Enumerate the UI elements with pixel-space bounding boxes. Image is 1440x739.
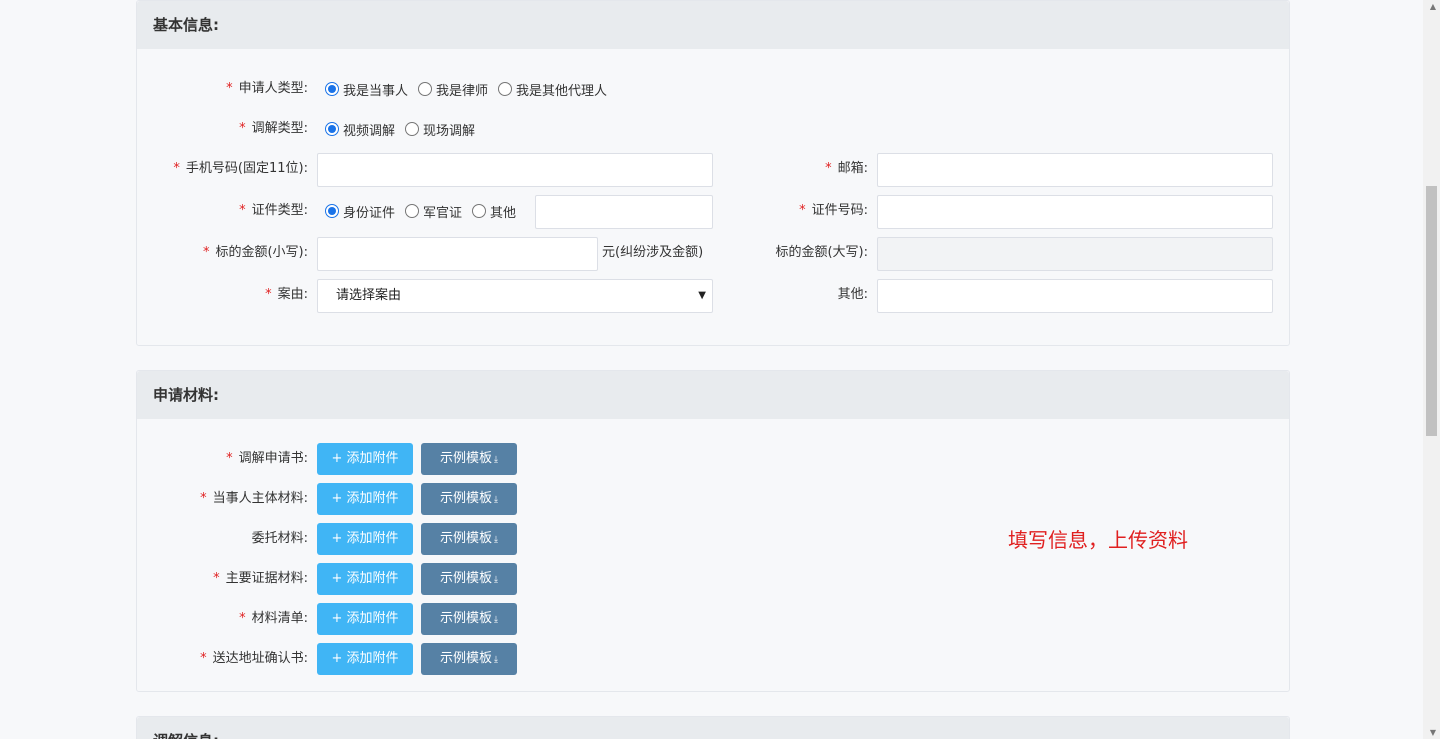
radio-circle[interactable] bbox=[325, 204, 339, 218]
radio-mediation-video[interactable]: 视频调解 bbox=[325, 120, 395, 139]
template-button-entrust[interactable]: 示例模板 ⤓ bbox=[421, 523, 517, 555]
material-label-entrust: 委托材料: bbox=[251, 531, 308, 546]
upload-hint-text: 填写信息，上传资料 bbox=[1008, 528, 1188, 552]
template-button-address[interactable]: 示例模板 ⤓ bbox=[421, 643, 517, 675]
amount-big-input bbox=[877, 237, 1273, 271]
scroll-down-icon[interactable]: ▼ bbox=[1430, 728, 1436, 737]
material-label-evidence: * 主要证据材料: bbox=[213, 571, 308, 586]
applicant-type-radio-group: 我是当事人 我是律师 我是其他代理人 bbox=[325, 79, 617, 99]
radio-circle[interactable] bbox=[472, 204, 487, 218]
amount-unit-text: 元(纠纷涉及金额) bbox=[602, 245, 704, 260]
chevron-down-icon: ▼ bbox=[698, 290, 706, 301]
add-attachment-button-evidence[interactable]: + 添加附件 bbox=[317, 563, 413, 595]
add-attachment-button-list[interactable]: + 添加附件 bbox=[317, 603, 413, 635]
template-button-party[interactable]: 示例模板 ⤓ bbox=[421, 483, 517, 515]
download-icon: ⤓ bbox=[494, 615, 498, 625]
radio-circle[interactable] bbox=[325, 122, 339, 136]
add-attachment-button-entrust[interactable]: + 添加附件 bbox=[317, 523, 413, 555]
radio-id-military[interactable]: 军官证 bbox=[405, 202, 462, 221]
id-number-input[interactable] bbox=[877, 195, 1273, 229]
case-reason-label: * 案由: bbox=[265, 287, 308, 302]
section-title-mediation: 调解信息: bbox=[137, 717, 1289, 739]
scroll-up-icon[interactable]: ▲ bbox=[1430, 2, 1436, 11]
radio-applicant-lawyer[interactable]: 我是律师 bbox=[418, 80, 488, 99]
radio-circle[interactable] bbox=[405, 122, 420, 136]
material-label-application: * 调解申请书: bbox=[226, 451, 308, 466]
download-icon: ⤓ bbox=[494, 455, 498, 465]
mediation-info-section: 调解信息: bbox=[136, 716, 1290, 739]
id-type-other-input[interactable] bbox=[535, 195, 713, 229]
radio-id-card[interactable]: 身份证件 bbox=[325, 202, 395, 221]
section-title-basic: 基本信息: bbox=[137, 1, 1289, 49]
add-attachment-button-party[interactable]: + 添加附件 bbox=[317, 483, 413, 515]
amount-small-input[interactable] bbox=[317, 237, 598, 271]
material-label-address: * 送达地址确认书: bbox=[200, 651, 308, 666]
material-label-party: * 当事人主体材料: bbox=[200, 491, 308, 506]
email-input[interactable] bbox=[877, 153, 1273, 187]
radio-circle[interactable] bbox=[498, 82, 513, 96]
scroll-thumb[interactable] bbox=[1426, 186, 1437, 436]
id-number-label: * 证件号码: bbox=[799, 203, 868, 218]
template-button-application[interactable]: 示例模板 ⤓ bbox=[421, 443, 517, 475]
radio-mediation-onsite[interactable]: 现场调解 bbox=[405, 120, 475, 139]
add-attachment-button-application[interactable]: + 添加附件 bbox=[317, 443, 413, 475]
id-type-label: * 证件类型: bbox=[239, 203, 308, 218]
amount-big-label: 标的金额(大写): bbox=[775, 245, 868, 260]
material-label-list: * 材料清单: bbox=[239, 611, 308, 626]
radio-id-other[interactable]: 其他 bbox=[472, 202, 516, 221]
template-button-list[interactable]: 示例模板 ⤓ bbox=[421, 603, 517, 635]
download-icon: ⤓ bbox=[494, 495, 498, 505]
download-icon: ⤓ bbox=[494, 535, 498, 545]
mediation-type-radio-group: 视频调解 现场调解 bbox=[325, 119, 485, 139]
amount-small-label: * 标的金额(小写): bbox=[202, 245, 308, 260]
download-icon: ⤓ bbox=[494, 575, 498, 585]
mediation-type-label: * 调解类型: bbox=[239, 121, 308, 136]
radio-circle[interactable] bbox=[418, 82, 433, 96]
radio-circle[interactable] bbox=[325, 82, 339, 96]
scrollbar[interactable]: ▲ ▼ bbox=[1423, 0, 1440, 739]
radio-circle[interactable] bbox=[405, 204, 420, 218]
add-attachment-button-address[interactable]: + 添加附件 bbox=[317, 643, 413, 675]
radio-applicant-party[interactable]: 我是当事人 bbox=[325, 80, 408, 99]
section-title-materials: 申请材料: bbox=[137, 371, 1289, 419]
phone-input[interactable] bbox=[317, 153, 713, 187]
other-label: 其他: bbox=[837, 287, 868, 302]
template-button-evidence[interactable]: 示例模板 ⤓ bbox=[421, 563, 517, 595]
email-label: * 邮箱: bbox=[825, 161, 868, 176]
other-input[interactable] bbox=[877, 279, 1273, 313]
radio-applicant-agent[interactable]: 我是其他代理人 bbox=[498, 80, 607, 99]
applicant-type-label: * 申请人类型: bbox=[226, 81, 308, 96]
id-type-radio-group: 身份证件 军官证 其他 bbox=[325, 201, 526, 221]
download-icon: ⤓ bbox=[494, 655, 498, 665]
case-reason-select[interactable]: 请选择案由 ▼ bbox=[317, 279, 713, 313]
phone-label: * 手机号码(固定11位): bbox=[173, 161, 308, 176]
